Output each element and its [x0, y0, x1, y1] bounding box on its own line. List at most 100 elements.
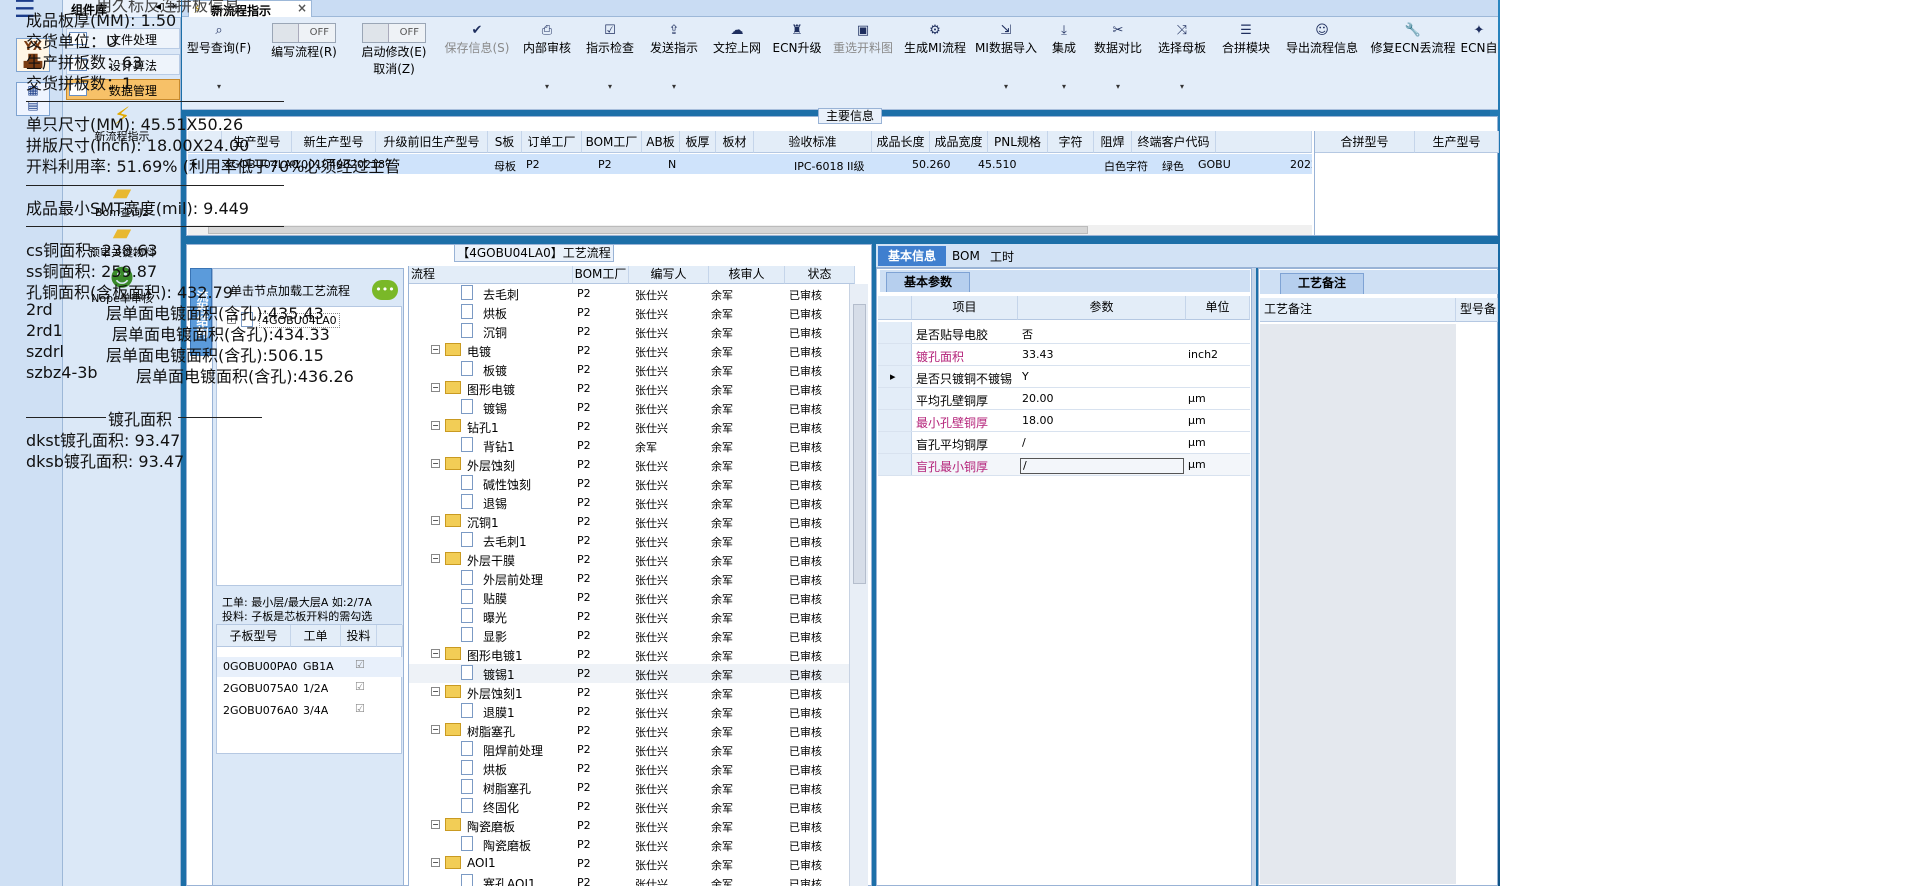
column-header[interactable]: 单位 [1186, 296, 1250, 320]
table-row[interactable]: − 图形电镀1 P2 张仕兴 余军 已审核 [409, 645, 849, 664]
param-value[interactable]: Y [1020, 370, 1184, 386]
column-header[interactable]: 新生产型号 [292, 131, 376, 153]
table-row[interactable]: − 树脂塞孔 P2 张仕兴 余军 已审核 [409, 721, 849, 740]
doc-control-upload-button[interactable]: ☁ 文控上网 [708, 23, 766, 103]
cancel-edit-label[interactable]: 取消(Z) [373, 62, 415, 76]
column-header[interactable]: 核审人 [709, 266, 785, 284]
column-header[interactable]: 参数 [1018, 296, 1186, 320]
table-row[interactable]: 阻焊前处理 P2 张仕兴 余军 已审核 [409, 740, 849, 759]
ecn-upgrade-button[interactable]: ♜ ECN升级 [770, 23, 824, 103]
column-header[interactable] [1216, 131, 1312, 153]
param-row[interactable]: 盲孔平均铜厚 / μm [878, 432, 1250, 454]
send-instruction-button[interactable]: ⇪ 发送指示 ▾ [644, 23, 704, 103]
column-header[interactable]: 字符 [1048, 131, 1094, 153]
table-row[interactable]: − 沉铜1 P2 张仕兴 余军 已审核 [409, 512, 849, 531]
column-header[interactable]: 状态 [785, 266, 855, 284]
param-value[interactable]: 20.00 [1020, 392, 1184, 408]
export-flow-info-button[interactable]: ☺ 导出流程信息 [1280, 23, 1364, 103]
toggle-switch[interactable]: OFF [272, 23, 336, 43]
repair-ecn-flow-button[interactable]: 🔧 修复ECN丢流程 [1368, 23, 1458, 103]
tab-bom[interactable]: BOM [952, 249, 980, 263]
table-row[interactable]: 镀锡 P2 张仕兴 余军 已审核 [409, 398, 849, 417]
tab-basic-info[interactable]: 基本信息 [878, 246, 946, 266]
column-header[interactable]: 流程 [409, 266, 573, 284]
table-row[interactable]: − 外层蚀刻1 P2 张仕兴 余军 已审核 [409, 683, 849, 702]
checkbox-checked-icon[interactable]: ☑ [355, 680, 365, 693]
horizontal-scrollbar[interactable] [188, 225, 1312, 235]
column-header[interactable]: 型号备注 [1456, 298, 1498, 322]
collapse-icon[interactable]: − [431, 687, 440, 696]
data-compare-button[interactable]: ✂ 数据对比 ▾ [1088, 23, 1148, 103]
tab-basic-params[interactable]: 基本参数 [886, 272, 970, 292]
table-row[interactable]: − 外层蚀刻 P2 张仕兴 余军 已审核 [409, 455, 849, 474]
table-row[interactable]: 烘板 P2 张仕兴 余军 已审核 [409, 303, 849, 322]
generate-mi-flow-button[interactable]: ⚙ 生成MI流程 [902, 23, 968, 103]
table-row[interactable]: − 钻孔1 P2 张仕兴 余军 已审核 [409, 417, 849, 436]
mi-data-import-button[interactable]: ⇲ MI数据导入 ▾ [972, 23, 1040, 103]
column-header[interactable]: BOM工厂 [573, 266, 629, 284]
toggle-switch[interactable]: OFF [362, 23, 426, 43]
param-value[interactable]: 33.43 [1020, 348, 1184, 364]
table-row[interactable]: 曝光 P2 张仕兴 余军 已审核 [409, 607, 849, 626]
column-header[interactable]: 工艺备注 [1260, 298, 1456, 322]
param-value[interactable]: 否 [1020, 326, 1184, 342]
table-row[interactable]: 树脂塞孔 P2 张仕兴 余军 已审核 [409, 778, 849, 797]
table-row[interactable]: 外层前处理 P2 张仕兴 余军 已审核 [409, 569, 849, 588]
column-header[interactable]: 编写人 [629, 266, 709, 284]
table-row[interactable]: 退锡 P2 张仕兴 余军 已审核 [409, 493, 849, 512]
collapse-icon[interactable]: − [431, 649, 440, 658]
table-row[interactable]: 显影 P2 张仕兴 余军 已审核 [409, 626, 849, 645]
splitter[interactable] [1252, 268, 1256, 886]
vertical-scrollbar[interactable] [849, 284, 868, 886]
collapse-icon[interactable]: − [431, 383, 440, 392]
column-header[interactable]: 升级前旧生产型号 [376, 131, 488, 153]
table-row[interactable]: 去毛刺1 P2 张仕兴 余军 已审核 [409, 531, 849, 550]
param-row[interactable]: 最小孔壁铜厚 18.00 μm [878, 410, 1250, 432]
param-row[interactable]: ▸ 是否只镀铜不镀锡 Y [878, 366, 1250, 388]
param-value[interactable]: / [1020, 458, 1184, 474]
column-header[interactable]: 成品长度 [872, 131, 930, 153]
column-header[interactable]: 阻焊 [1094, 131, 1132, 153]
table-row[interactable]: 退膜1 P2 张仕兴 余军 已审核 [409, 702, 849, 721]
column-header[interactable]: 成品宽度 [930, 131, 988, 153]
column-header[interactable]: S板 [488, 131, 522, 153]
model-query-button[interactable]: ⌕ 型号查询(F) ▾ [184, 23, 254, 103]
table-row[interactable]: 陶瓷磨板 P2 张仕兴 余军 已审核 [409, 835, 849, 854]
column-header[interactable]: AB板 [642, 131, 680, 153]
instruction-check-button[interactable]: ☑ 指示检查 ▾ [580, 23, 640, 103]
param-row[interactable]: 是否贴导电胶 否 [878, 322, 1250, 344]
table-row[interactable]: 背钻1 P2 余军 余军 已审核 [409, 436, 849, 455]
table-row[interactable]: − 陶瓷磨板 P2 张仕兴 余军 已审核 [409, 816, 849, 835]
select-mother-board-button[interactable]: ⤨ 选择母板 ▾ [1152, 23, 1212, 103]
tab-work-hours[interactable]: 工时 [990, 248, 1014, 265]
write-flow-toggle[interactable]: OFF 编写流程(R) [262, 23, 346, 103]
tab-process-remarks[interactable]: 工艺备注 [1280, 273, 1364, 294]
column-header[interactable]: PNL规格 [988, 131, 1048, 153]
param-row[interactable]: 盲孔最小铜厚 / μm [878, 454, 1250, 476]
integrate-button[interactable]: ⤓ 集成 ▾ [1044, 23, 1084, 103]
column-header[interactable]: 合拼型号 [1315, 131, 1415, 153]
param-value[interactable]: 18.00 [1020, 414, 1184, 430]
merge-module-button[interactable]: ☰ 合拼模块 [1216, 23, 1276, 103]
column-header[interactable]: 工单 [291, 625, 341, 647]
checkbox-checked-icon[interactable]: ☑ [355, 658, 365, 671]
start-edit-toggle[interactable]: OFF 启动修改(E) 取消(Z) [352, 23, 436, 103]
column-header[interactable]: BOM工厂 [582, 131, 642, 153]
ecn-auto-button[interactable]: ✦ ECN自 [1460, 23, 1498, 103]
table-row[interactable]: 0GOBU00PA0 GB1A ☑ [217, 657, 403, 677]
table-row[interactable]: 2GOBU076A0 3/4A ☑ [217, 701, 403, 721]
collapse-icon[interactable]: − [431, 820, 440, 829]
column-header[interactable]: 验收标准 [754, 131, 872, 153]
table-row[interactable]: − 外层干膜 P2 张仕兴 余军 已审核 [409, 550, 849, 569]
table-row[interactable]: 终固化 P2 张仕兴 余军 已审核 [409, 797, 849, 816]
column-header[interactable]: 项目 [912, 296, 1018, 320]
table-row[interactable]: 碱性蚀刻 P2 张仕兴 余军 已审核 [409, 474, 849, 493]
table-row[interactable]: 板镀 P2 张仕兴 余军 已审核 [409, 360, 849, 379]
param-value[interactable]: / [1020, 436, 1184, 452]
param-row[interactable]: 平均孔壁铜厚 20.00 μm [878, 388, 1250, 410]
reselect-cut-diagram-button[interactable]: ▣ 重选开料图 [828, 23, 898, 103]
comment-bubble-icon[interactable]: ••• [372, 280, 398, 300]
table-row[interactable]: 烘板 P2 张仕兴 余军 已审核 [409, 759, 849, 778]
table-row[interactable]: 塞孔AOI1 P2 张仕兴 余军 已审核 [409, 873, 849, 886]
column-header[interactable]: 终端客户代码 [1132, 131, 1216, 153]
